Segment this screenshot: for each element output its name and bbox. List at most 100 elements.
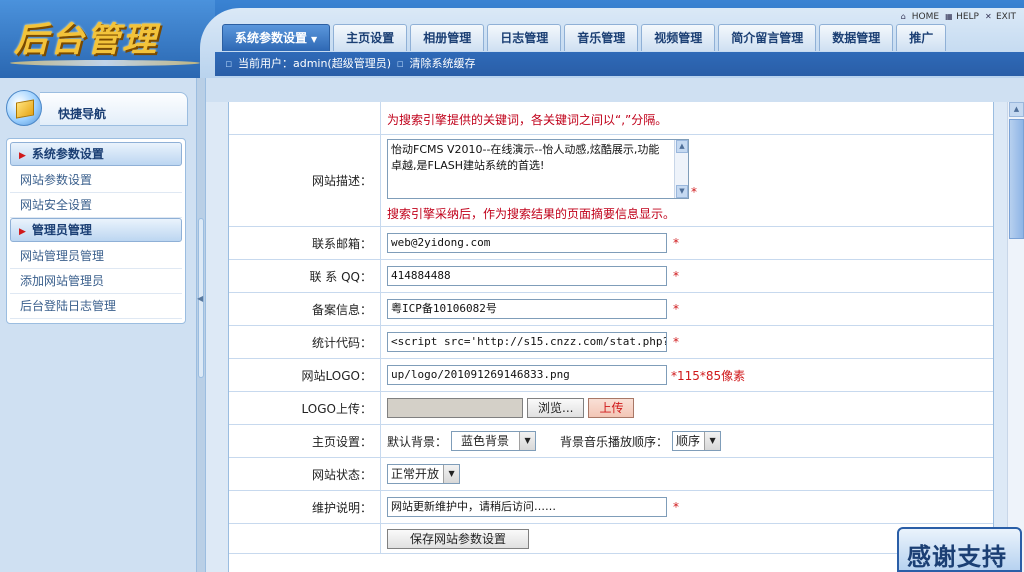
qq-row: 联 系 QQ： 414884488 *: [229, 260, 993, 293]
home-icon: ⌂: [900, 12, 906, 21]
chevron-down-icon: ▼: [704, 432, 721, 450]
maintenance-field[interactable]: 网站更新维护中，请稍后访问……: [387, 497, 667, 517]
description-text: 怡动FCMS V2010--在线演示--怡人动感,炫酷展示,功能卓越,是FLAS…: [391, 143, 660, 172]
exit-link-label: EXIT: [995, 12, 1016, 22]
help-link-label: HELP: [956, 12, 979, 22]
logo-swoosh: [10, 60, 200, 66]
upload-button[interactable]: 上传: [588, 398, 635, 418]
help-icon: ▦: [945, 12, 953, 21]
site-status-select[interactable]: 正常开放 ▼: [387, 464, 461, 484]
sidebar-item-site-params[interactable]: 网站参数设置: [10, 168, 182, 193]
save-value-cell: 保存网站参数设置: [387, 524, 530, 553]
tab-video[interactable]: 视频管理: [641, 24, 716, 51]
sidebar-header: 快捷导航: [0, 84, 190, 134]
sidebar-item-admin-manage[interactable]: 网站管理员管理: [10, 244, 182, 269]
bg-select[interactable]: 蓝色背景 ▼: [451, 431, 537, 451]
required-mark: *: [673, 236, 679, 250]
arrow-right-icon: ▶: [19, 227, 26, 237]
keywords-label-cell: [229, 102, 381, 134]
browse-button[interactable]: 浏览...: [527, 398, 585, 418]
email-field[interactable]: web@2yidong.com: [387, 233, 667, 253]
scroll-down-icon[interactable]: ▼: [676, 185, 688, 198]
thanks-text: 感谢支持: [907, 543, 1007, 571]
status-bar: ▫ 当前用户：admin(超级管理员) ▫ 清除系统缓存: [215, 52, 1024, 76]
sidebar-item-add-admin[interactable]: 添加网站管理员: [10, 269, 182, 294]
music-order-select[interactable]: 顺序 ▼: [672, 431, 722, 451]
music-order-value: 顺序: [676, 434, 701, 448]
thanks-badge[interactable]: 感谢支持: [897, 527, 1022, 572]
logo-value-cell: up/logo/201091269146833.png *115*85像素: [387, 359, 745, 391]
bg-label: 默认背景：: [387, 434, 448, 449]
exit-link[interactable]: ✕ EXIT: [985, 12, 1016, 22]
tab-log[interactable]: 日志管理: [487, 24, 562, 51]
save-button[interactable]: 保存网站参数设置: [387, 528, 530, 549]
qq-field[interactable]: 414884488: [387, 266, 667, 286]
description-textarea[interactable]: 怡动FCMS V2010--在线演示--怡人动感,炫酷展示,功能卓越,是FLAS…: [387, 139, 689, 199]
sidebar-title: 快捷导航: [58, 107, 107, 121]
logo-label: 网站LOGO：: [229, 359, 381, 391]
site-status-value: 正常开放: [391, 467, 440, 481]
help-link[interactable]: ▦ HELP: [945, 12, 979, 22]
scroll-up-icon[interactable]: ▲: [676, 140, 688, 153]
tab-promote[interactable]: 推广: [896, 24, 947, 51]
upload-label: LOGO上传：: [229, 392, 381, 424]
tab-music[interactable]: 音乐管理: [564, 24, 639, 51]
sidebar: 快捷导航 ▶ 系统参数设置 网站参数设置 网站安全设置 ▶ 管理员管理 网站管理员管…: [0, 78, 196, 572]
main-nav: 系统参数设置 ▼ 主页设置 相册管理 日志管理 音乐管理 视频管理 简介留言管理 …: [222, 24, 947, 51]
keywords-value-cell: 为搜索引擎提供的关键词，各关键词之间以“,”分隔。: [387, 102, 667, 134]
logo: 后台管理: [14, 20, 158, 60]
logo-path-field[interactable]: up/logo/201091269146833.png: [387, 365, 667, 385]
keywords-row: 为搜索引擎提供的关键词，各关键词之间以“,”分隔。: [229, 102, 993, 135]
tab-data[interactable]: 数据管理: [819, 24, 894, 51]
home-link[interactable]: ⌂ HOME: [901, 12, 939, 22]
file-path-box[interactable]: [387, 398, 523, 418]
sidebar-splitter[interactable]: ◀: [196, 78, 206, 572]
keywords-hint: 为搜索引擎提供的关键词，各关键词之间以“,”分隔。: [387, 113, 668, 127]
clear-cache-link[interactable]: 清除系统缓存: [410, 57, 476, 70]
header: 后台管理 ⌂ HOME ▦ HELP ✕ EXIT 系统参数设置 ▼ 主页设置 相…: [0, 0, 1024, 78]
tab-album[interactable]: 相册管理: [410, 24, 485, 51]
sidebar-item-login-log[interactable]: 后台登陆日志管理: [10, 294, 182, 319]
required-mark: *: [673, 302, 679, 316]
scroll-up-icon[interactable]: ▲: [1009, 102, 1024, 117]
upload-row: LOGO上传： 浏览... 上传: [229, 392, 993, 425]
main-content: 为搜索引擎提供的关键词，各关键词之间以“,”分隔。 网站描述： 怡动FCMS V…: [206, 78, 1024, 572]
stat-code-value-cell: <script src='http://s15.cnzz.com/stat.ph…: [387, 326, 679, 358]
arrow-right-icon: ▶: [19, 151, 26, 161]
site-status-label: 网站状态：: [229, 458, 381, 490]
tab-intro-message[interactable]: 简介留言管理: [718, 24, 817, 51]
page-scrollbar[interactable]: ▲: [1007, 102, 1024, 572]
main-topbar: [206, 78, 1024, 102]
group-label: 系统参数设置: [31, 147, 104, 161]
description-hint: 搜索引擎采纳后，作为搜索结果的页面摘要信息显示。: [387, 207, 676, 221]
save-label-cell: [229, 524, 381, 553]
cube-icon: [6, 90, 42, 126]
upload-value-cell: 浏览... 上传: [387, 392, 635, 424]
scroll-thumb[interactable]: [1009, 119, 1024, 239]
music-order-label: 背景音乐播放顺序：: [560, 434, 669, 449]
collapse-arrow-icon[interactable]: ◀: [197, 294, 203, 303]
stat-code-field[interactable]: <script src='http://s15.cnzz.com/stat.ph…: [387, 332, 667, 352]
home-link-label: HOME: [911, 12, 940, 22]
icp-field[interactable]: 粤ICP备10106082号: [387, 299, 667, 319]
icp-value-cell: 粤ICP备10106082号 *: [387, 293, 679, 325]
sidebar-group-admin[interactable]: ▶ 管理员管理: [10, 218, 182, 242]
required-mark: *: [673, 269, 679, 283]
current-user: 当前用户：admin(超级管理员): [237, 57, 392, 70]
tab-system-settings[interactable]: 系统参数设置 ▼: [222, 24, 331, 51]
textarea-scrollbar[interactable]: ▲ ▼: [674, 140, 688, 198]
icp-label: 备案信息：: [229, 293, 381, 325]
top-links: ⌂ HOME ▦ HELP ✕ EXIT: [901, 12, 1016, 22]
site-status-value-cell: 正常开放 ▼: [387, 458, 461, 490]
stat-code-label: 统计代码：: [229, 326, 381, 358]
logo-area: 后台管理: [0, 0, 215, 78]
maintenance-row: 维护说明： 网站更新维护中，请稍后访问…… *: [229, 491, 993, 524]
required-mark: *: [673, 500, 679, 514]
maintenance-label: 维护说明：: [229, 491, 381, 523]
stat-code-row: 统计代码： <script src='http://s15.cnzz.com/s…: [229, 326, 993, 359]
sidebar-item-site-security[interactable]: 网站安全设置: [10, 193, 182, 218]
qq-label: 联 系 QQ：: [229, 260, 381, 292]
tab-home-settings[interactable]: 主页设置: [333, 24, 408, 51]
logo-row: 网站LOGO： up/logo/201091269146833.png *115…: [229, 359, 993, 392]
sidebar-group-system[interactable]: ▶ 系统参数设置: [10, 142, 182, 166]
